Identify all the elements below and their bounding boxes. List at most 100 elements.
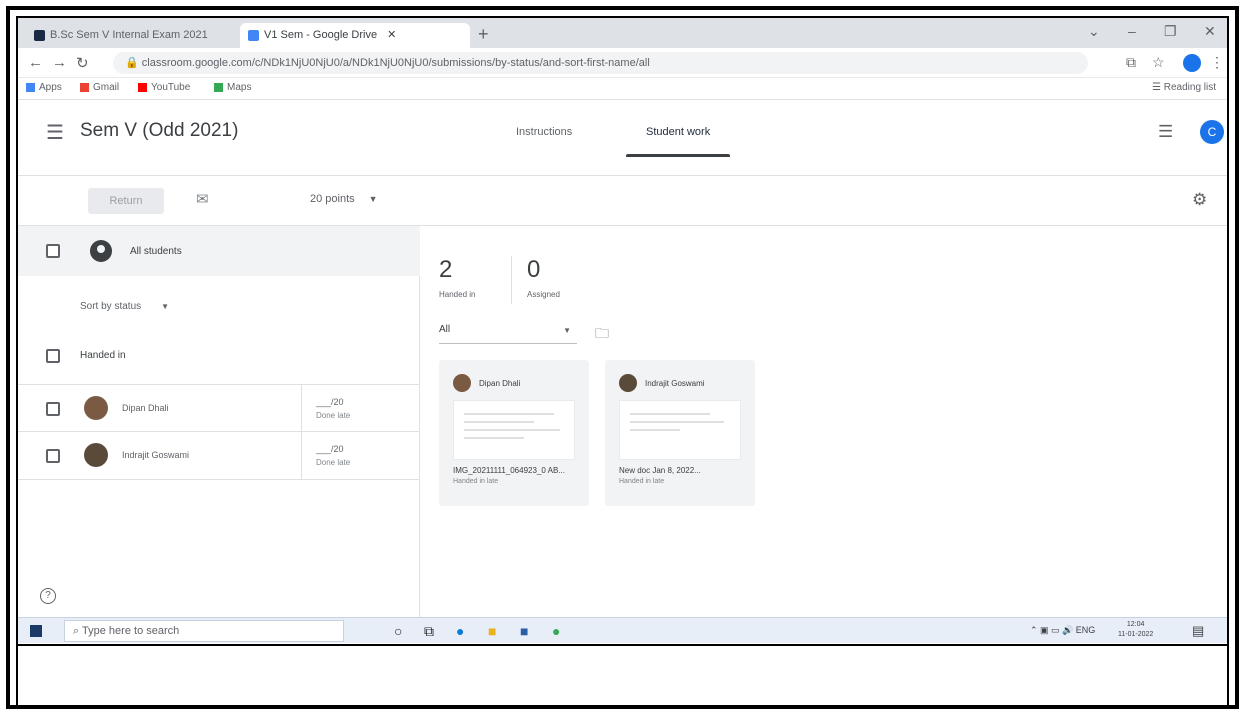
action-bar: Return ✉ 20 points ▼ ⚙ (18, 176, 1227, 226)
system-tray[interactable]: ⌃ ▣ ▭ 🔊 ENG (1030, 625, 1095, 636)
bookmark-star-icon[interactable]: ☆ (1152, 54, 1165, 71)
close-window-icon[interactable]: ✕ (1204, 23, 1216, 40)
store-icon[interactable]: ■ (520, 623, 528, 639)
browser-menu-icon[interactable]: ⋮ (1210, 54, 1224, 71)
student-name: Dipan Dhali (122, 403, 169, 413)
help-icon[interactable]: ? (40, 588, 56, 604)
bookmark-label: Gmail (93, 82, 120, 93)
card-status: Handed in late (619, 478, 665, 485)
class-menu-icon[interactable]: ☰ (1158, 122, 1173, 142)
handed-in-count: 2 (439, 256, 453, 283)
filter-value: All (439, 324, 451, 335)
student-checkbox[interactable] (46, 449, 60, 463)
new-tab-button[interactable]: + (478, 24, 489, 44)
user-avatar[interactable]: C (1200, 120, 1224, 144)
student-row[interactable]: Indrajit Goswami ___/20 Done late (18, 432, 420, 480)
all-students-row[interactable]: All students (18, 226, 420, 276)
submission-status: Done late (316, 411, 351, 420)
submission-card[interactable]: Dipan Dhali IMG_20211111_064923_0 AB... … (439, 360, 589, 506)
card-student-name: Dipan Dhali (479, 379, 521, 388)
language-indicator: ENG (1075, 625, 1096, 635)
edge-icon[interactable]: ● (456, 623, 464, 639)
submission-status: Done late (316, 458, 351, 467)
submission-card[interactable]: Indrajit Goswami New doc Jan 8, 2022... … (605, 360, 755, 506)
share-icon[interactable]: ⧉ (1126, 54, 1136, 71)
file-thumbnail[interactable] (619, 400, 741, 460)
settings-gear-icon[interactable]: ⚙ (1192, 190, 1207, 210)
screenshot-frame: B.Sc Sem V Internal Exam 2021 V1 Sem - G… (16, 16, 1229, 707)
search-placeholder: Type here to search (82, 625, 180, 637)
bookmark-label: Maps (227, 82, 252, 93)
taskbar-clock[interactable]: 12:04 11-01-2022 (1118, 620, 1153, 640)
bookmark-apps[interactable]: Apps (26, 82, 62, 93)
reading-list-label: Reading list (1163, 82, 1217, 93)
email-icon[interactable]: ✉ (196, 190, 209, 208)
maximize-icon[interactable]: ❐ (1164, 23, 1177, 40)
tab-label: V1 Sem - Google Drive (264, 29, 378, 41)
browser-tab-exam[interactable]: B.Sc Sem V Internal Exam 2021 (26, 23, 234, 48)
student-avatar (453, 374, 471, 392)
file-explorer-icon[interactable]: ■ (488, 623, 496, 639)
tab-close-icon[interactable]: ✕ (387, 29, 396, 41)
youtube-icon (138, 82, 147, 92)
browser-toolbar: ← → ↻ 🔒 classroom.google.com/c/NDk1NjU0N… (18, 48, 1227, 78)
chevron-down-icon: ▼ (161, 302, 170, 311)
card-student-name: Indrajit Goswami (645, 379, 705, 388)
windows-start-icon[interactable] (30, 625, 42, 637)
back-arrow-icon[interactable]: ← (28, 54, 43, 71)
class-title[interactable]: Sem V (Odd 2021) (80, 120, 238, 142)
bookmark-maps[interactable]: Maps (214, 82, 251, 93)
sort-dropdown[interactable]: Sort by status ▼ (80, 301, 169, 312)
bookmark-youtube[interactable]: YouTube (138, 82, 190, 93)
bookmarks-bar: Apps Gmail YouTube Maps ☰ Reading list (18, 78, 1227, 100)
grade-field[interactable]: ___/20 (316, 444, 344, 454)
filter-dropdown[interactable]: All ▼ (439, 324, 577, 344)
folder-icon[interactable]: 🗀 (595, 323, 609, 347)
student-checkbox[interactable] (46, 402, 60, 416)
student-row[interactable]: Dipan Dhali ___/20 Done late (18, 384, 420, 432)
chrome-icon[interactable]: ● (552, 623, 560, 639)
tab-student-work[interactable]: Student work (646, 126, 710, 138)
student-avatar (84, 443, 108, 467)
card-file-name: New doc Jan 8, 2022... (619, 466, 701, 475)
select-all-checkbox[interactable] (46, 244, 60, 258)
bookmark-label: Apps (39, 82, 62, 93)
address-bar[interactable]: 🔒 classroom.google.com/c/NDk1NjU0NjU0/a/… (113, 52, 1088, 74)
student-roster: All students Sort by status ▼ Handed in D… (18, 226, 420, 617)
classroom-header: ☰ Sem V (Odd 2021) Instructions Student … (18, 100, 1227, 176)
taskbar-search[interactable]: ⌕ Type here to search (64, 620, 344, 642)
column-divider (301, 385, 302, 432)
lock-icon: 🔒 (125, 57, 142, 69)
people-group-icon (90, 240, 112, 262)
tab-search-icon[interactable]: ⌄ (1088, 23, 1100, 40)
handed-in-label: Handed in (439, 290, 476, 299)
column-divider (301, 432, 302, 479)
reading-list[interactable]: ☰ Reading list (1152, 82, 1216, 93)
student-work-pane: 2 Handed in 0 Assigned All ▼ 🗀 Dipan Dhal… (421, 226, 1227, 617)
return-button[interactable]: Return (88, 188, 164, 214)
profile-avatar[interactable] (1183, 54, 1201, 72)
grade-field[interactable]: ___/20 (316, 397, 344, 407)
tray-icons: ⌃ ▣ ▭ 🔊 (1030, 625, 1076, 635)
minimize-icon[interactable]: – (1128, 23, 1136, 39)
blank-bottom-panel (18, 644, 1227, 705)
select-handed-in-checkbox[interactable] (46, 349, 60, 363)
reload-icon[interactable]: ↻ (76, 54, 89, 72)
bookmark-gmail[interactable]: Gmail (80, 82, 119, 93)
points-value: 20 points (310, 193, 355, 205)
file-thumbnail[interactable] (453, 400, 575, 460)
notification-icon[interactable]: ▤ (1192, 623, 1204, 639)
assigned-label: Assigned (527, 290, 560, 299)
all-students-label: All students (130, 246, 182, 257)
browser-tab-drive[interactable]: V1 Sem - Google Drive ✕ (240, 23, 470, 48)
cortana-icon[interactable]: ○ (394, 623, 402, 639)
task-view-icon[interactable]: ⧉ (424, 623, 434, 639)
forward-arrow-icon[interactable]: → (52, 54, 67, 71)
main-menu-icon[interactable]: ☰ (46, 120, 64, 145)
points-dropdown[interactable]: 20 points ▼ (310, 193, 378, 205)
tab-instructions[interactable]: Instructions (516, 126, 572, 138)
search-icon: ⌕ (73, 625, 83, 637)
active-tab-indicator (626, 154, 730, 157)
student-avatar (619, 374, 637, 392)
apps-grid-icon (26, 82, 35, 92)
